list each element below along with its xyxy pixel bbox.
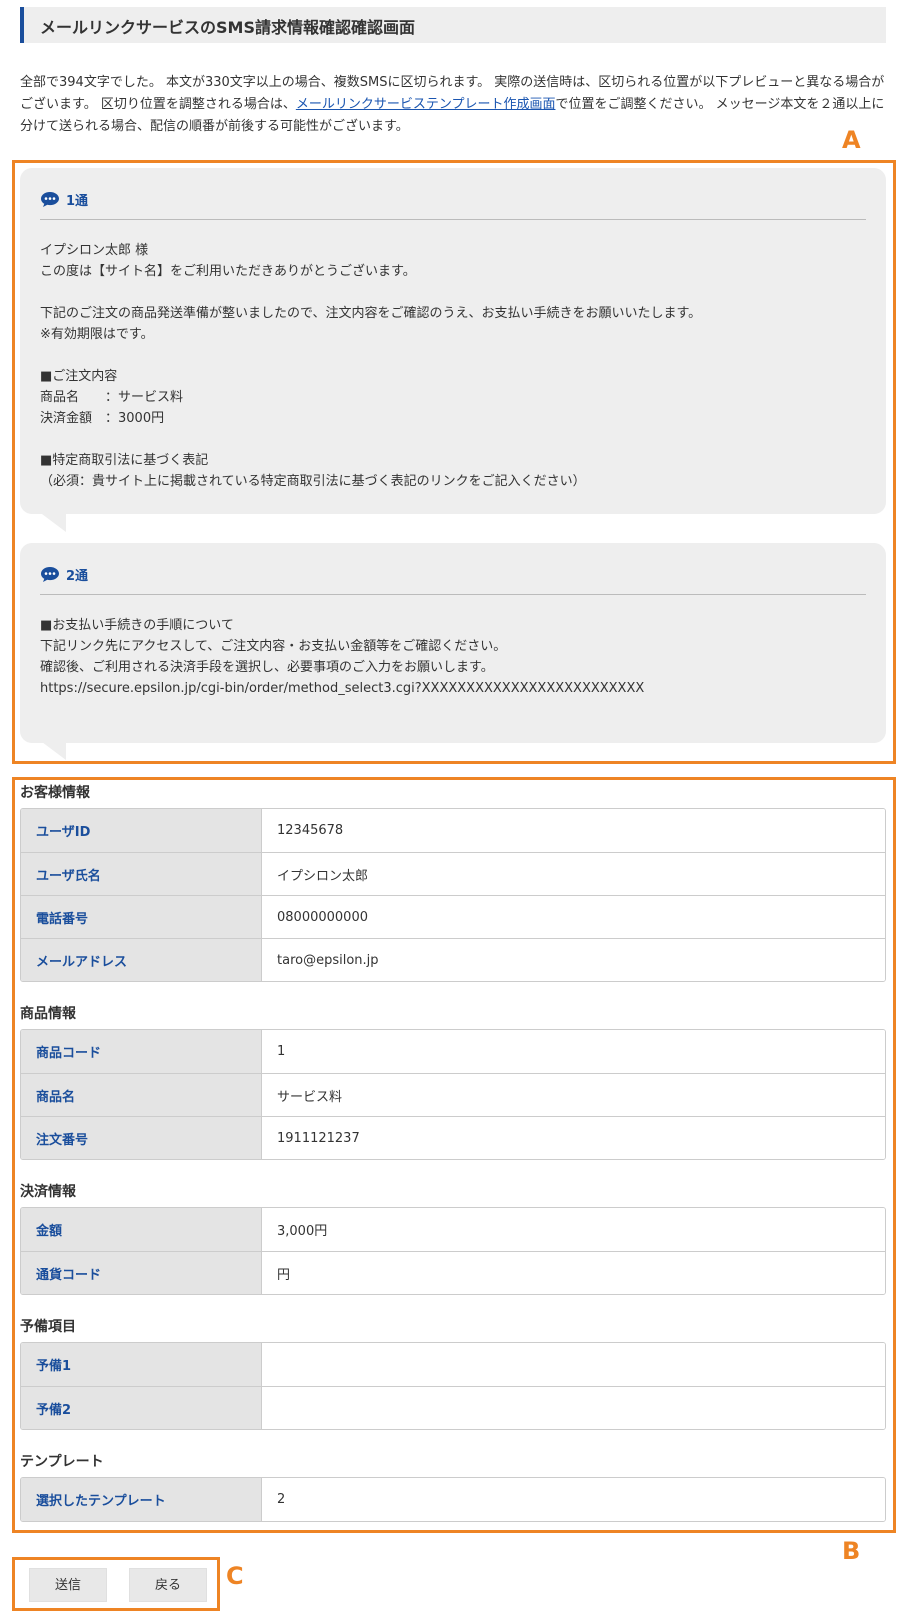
table-row: ユーザID 12345678 [21,809,885,852]
row-label: 予備1 [21,1343,262,1386]
table-row: 商品コード 1 [21,1030,885,1073]
row-label: 商品名 [21,1074,262,1116]
row-value: 2 [262,1478,885,1521]
row-label: ユーザ氏名 [21,853,262,895]
row-value: 3,000円 [262,1208,885,1251]
message-body: ■お支払い手続きの手順について 下記リンク先にアクセスして、ご注文内容・お支払い… [40,618,645,696]
row-value: taro@epsilon.jp [262,939,885,981]
sms-preview-message-1: 1通 イプシロン太郎 様 この度は【サイト名】をご利用いただきありがとうございま… [20,168,886,514]
table-row: 予備1 [21,1343,885,1386]
reserve-info-table: 予備1 予備2 [20,1342,886,1430]
speech-bubble-icon [40,191,60,208]
annotation-label-b: B [842,1537,861,1565]
message-number-label: 1通 [66,194,89,209]
row-value [262,1343,885,1386]
table-row: 金額 3,000円 [21,1208,885,1251]
product-info-table: 商品コード 1 商品名 サービス料 注文番号 1911121237 [20,1029,886,1160]
table-row: 電話番号 08000000000 [21,895,885,938]
row-value: 円 [262,1252,885,1294]
row-value: イプシロン太郎 [262,853,885,895]
row-value: 12345678 [262,809,885,852]
table-row: ユーザ氏名 イプシロン太郎 [21,852,885,895]
template-info-table: 選択したテンプレート 2 [20,1477,886,1522]
template-editor-link[interactable]: メールリンクサービステンプレート作成画面 [296,97,556,112]
message-header: 2通 [40,563,866,595]
row-label: 電話番号 [21,896,262,938]
section-title-customer: お客様情報 [20,785,90,801]
annotation-label-a: A [842,126,861,154]
table-row: 予備2 [21,1386,885,1429]
table-row: 通貨コード円 [21,1251,885,1294]
bubble-tail [42,514,66,532]
row-value: サービス料 [262,1074,885,1116]
row-label: 通貨コード [21,1252,262,1294]
row-value: 1 [262,1030,885,1073]
page-title: メールリンクサービスのSMS請求情報確認確認画面 [20,7,886,43]
row-label: 予備2 [21,1387,262,1429]
row-value: 1911121237 [262,1117,885,1159]
intro-text: 全部で394文字でした。 本文が330文字以上の場合、複数SMSに区切られます。… [20,72,886,138]
message-header: 1通 [40,188,866,220]
row-label: 選択したテンプレート [21,1478,262,1521]
bubble-tail [42,742,66,760]
send-button[interactable]: 送信 [29,1568,107,1602]
message-number-label: 2通 [66,569,89,584]
customer-info-table: ユーザID 12345678 ユーザ氏名 イプシロン太郎 電話番号 080000000… [20,808,886,982]
message-body: イプシロン太郎 様 この度は【サイト名】をご利用いただきありがとうございます。 … [40,243,702,489]
table-row: メールアドレス taro@epsilon.jp [21,938,885,981]
section-title-product: 商品情報 [20,1006,76,1022]
row-label: メールアドレス [21,939,262,981]
table-row: 商品名 サービス料 [21,1073,885,1116]
row-value: 08000000000 [262,896,885,938]
row-label: 注文番号 [21,1117,262,1159]
row-label: ユーザID [21,809,262,852]
speech-bubble-icon [40,566,60,583]
annotation-label-c: C [226,1562,244,1590]
row-label: 商品コード [21,1030,262,1073]
sms-preview-message-2: 2通 ■お支払い手続きの手順について 下記リンク先にアクセスして、ご注文内容・お… [20,543,886,743]
table-row: 選択したテンプレート 2 [21,1478,885,1521]
section-title-template: テンプレート [20,1454,104,1470]
section-title-payment: 決済情報 [20,1184,76,1200]
payment-info-table: 金額 3,000円 通貨コード円 [20,1207,886,1295]
back-button[interactable]: 戻る [129,1568,207,1602]
table-row: 注文番号 1911121237 [21,1116,885,1159]
section-title-reserve: 予備項目 [20,1319,76,1335]
row-label: 金額 [21,1208,262,1251]
row-value [262,1387,885,1429]
